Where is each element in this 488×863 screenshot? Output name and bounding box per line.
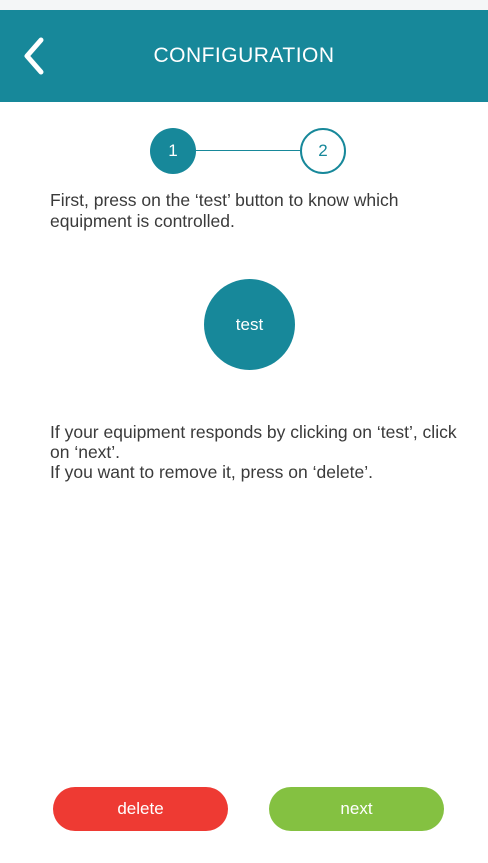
info-line-next: If your equipment responds by clicking o…	[50, 422, 457, 462]
info-text: If your equipment responds by clicking o…	[50, 422, 460, 482]
app-header: CONFIGURATION	[0, 10, 488, 102]
test-button[interactable]: test	[204, 279, 295, 370]
step-connector	[196, 150, 300, 151]
instruction-text: First, press on the ‘test’ button to kno…	[50, 190, 399, 231]
page-title: CONFIGURATION	[153, 44, 335, 67]
delete-button[interactable]: delete	[53, 787, 228, 831]
configuration-screen: CONFIGURATION 1 2 First, press on the ‘t…	[0, 0, 488, 863]
step-2-circle: 2	[300, 128, 346, 174]
info-line-delete: If you want to remove it, press on ‘dele…	[50, 462, 373, 482]
status-strip	[0, 0, 488, 10]
step-indicator: 1 2	[150, 128, 346, 174]
next-button[interactable]: next	[269, 787, 444, 831]
step-1-circle: 1	[150, 128, 196, 174]
